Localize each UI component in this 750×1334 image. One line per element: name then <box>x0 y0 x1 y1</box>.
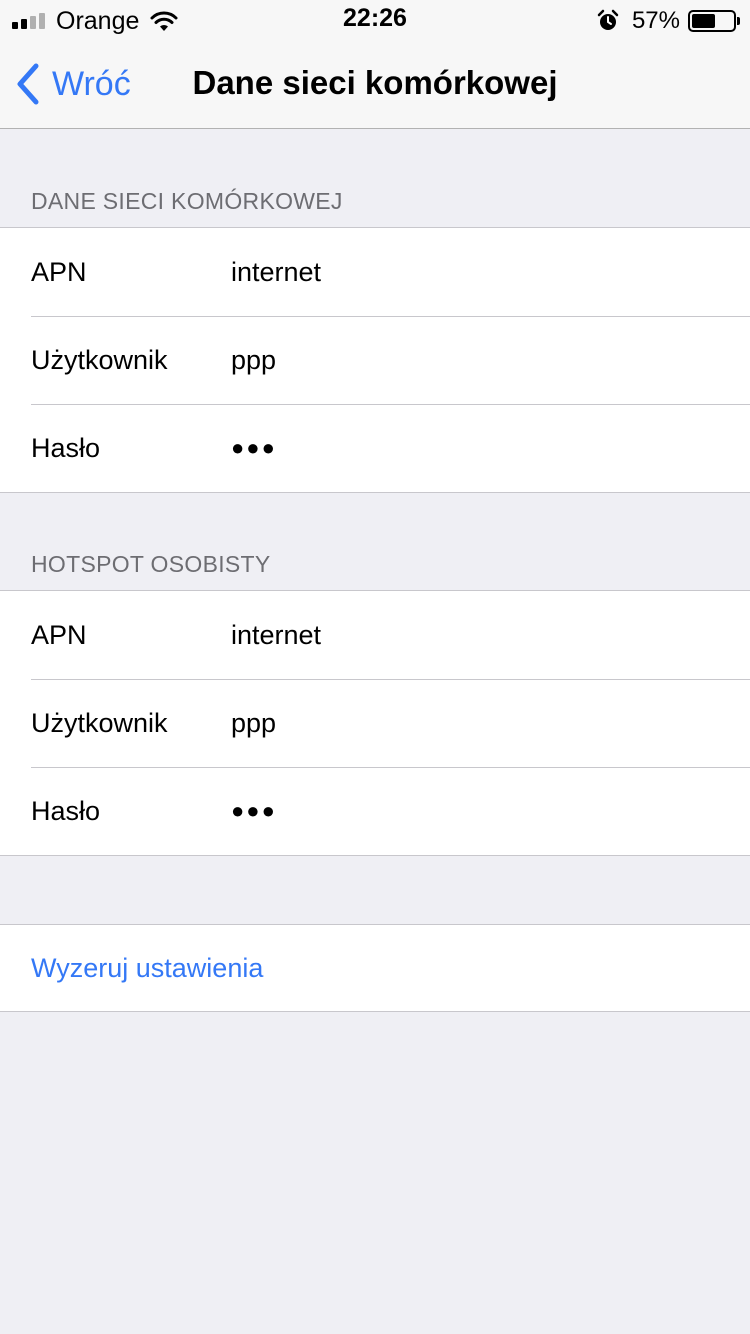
cellular-password-field[interactable]: ●●● <box>231 435 277 461</box>
page-title: Dane sieci komórkowej <box>192 64 558 101</box>
hotspot-apn-row[interactable]: APN internet <box>0 591 750 679</box>
cellular-apn-field[interactable]: internet <box>231 257 321 288</box>
row-label: Hasło <box>31 795 101 826</box>
cellular-data-group: APN internet Użytkownik ppp Hasło ●●● <box>0 227 750 493</box>
hotspot-password-row[interactable]: Hasło ●●● <box>0 767 750 855</box>
status-right: 57% <box>596 6 740 36</box>
personal-hotspot-group: APN internet Użytkownik ppp Hasło ●●● <box>0 590 750 856</box>
cellular-username-row[interactable]: Użytkownik ppp <box>0 316 750 404</box>
row-label: Użytkownik <box>31 707 168 738</box>
hotspot-username-field[interactable]: ppp <box>231 708 276 739</box>
status-bar: Orange 22:26 57% <box>0 0 750 40</box>
row-label: Użytkownik <box>31 344 168 375</box>
hotspot-apn-field[interactable]: internet <box>231 620 321 651</box>
section-header-cellular-data: DANE SIECI KOMÓRKOWEJ <box>31 188 343 214</box>
cellular-username-field[interactable]: ppp <box>231 345 276 376</box>
reset-settings-button[interactable]: Wyzeruj ustawienia <box>0 924 750 1012</box>
hotspot-username-row[interactable]: Użytkownik ppp <box>0 679 750 767</box>
hotspot-password-field[interactable]: ●●● <box>231 798 277 824</box>
battery-icon <box>688 10 740 32</box>
row-label: APN <box>31 256 87 287</box>
cellular-password-row[interactable]: Hasło ●●● <box>0 404 750 492</box>
navigation-bar: Wróć Dane sieci komórkowej <box>0 40 750 129</box>
row-label: Hasło <box>31 432 101 463</box>
battery-percent: 57% <box>631 7 680 34</box>
reset-settings-label: Wyzeruj ustawienia <box>31 952 264 983</box>
alarm-icon <box>597 9 619 30</box>
section-header-personal-hotspot: HOTSPOT OSOBISTY <box>31 551 271 577</box>
row-label: APN <box>31 619 87 650</box>
cellular-apn-row[interactable]: APN internet <box>0 228 750 316</box>
battery-level <box>692 14 715 28</box>
